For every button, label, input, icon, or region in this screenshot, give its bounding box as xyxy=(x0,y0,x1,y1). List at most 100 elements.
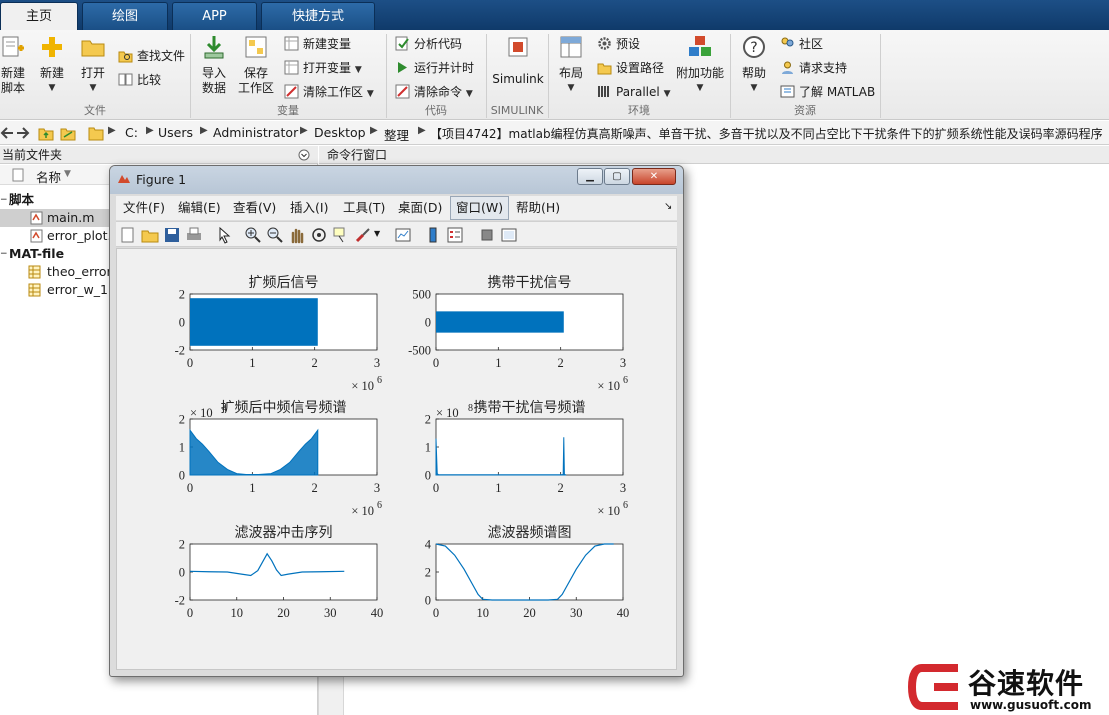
collapse-icon[interactable]: − xyxy=(0,245,8,263)
open-button[interactable]: 打开 ▼ xyxy=(76,34,110,96)
x-exponent-power: 6 xyxy=(377,500,382,511)
group-label: MAT-file xyxy=(9,246,65,261)
figure-title-bar[interactable]: Figure 1 ▁ ▢ ✕ xyxy=(110,166,683,194)
help-button[interactable]: ? 帮助 ▼ xyxy=(738,34,770,96)
new-button[interactable]: 新建 ▼ xyxy=(34,34,70,96)
show-plot-tools-icon[interactable] xyxy=(500,226,518,244)
zoom-in-icon[interactable] xyxy=(244,226,262,244)
save-workspace-button[interactable]: 保存 工作区 xyxy=(236,34,276,96)
subplot-title: 携带干扰信号 xyxy=(488,275,572,291)
open-variable-button[interactable]: 打开变量 ▼ xyxy=(284,58,362,78)
minimize-button[interactable]: ▁ xyxy=(577,168,603,185)
pan-hand-icon[interactable] xyxy=(288,226,306,244)
signal-band xyxy=(436,311,564,333)
print-icon[interactable] xyxy=(185,226,203,244)
maximize-button[interactable]: ▢ xyxy=(604,168,630,185)
ribbon-divider xyxy=(880,34,881,118)
breadcrumb-project-folder[interactable]: 【项目4742】matlab编程仿真高斯噪声、单音干扰、多音干扰以及不同占空比下… xyxy=(430,125,1103,142)
sort-desc-icon[interactable]: ▼ xyxy=(64,169,71,179)
file-type-icon xyxy=(12,168,24,182)
clear-workspace-button[interactable]: 清除工作区 ▼ xyxy=(284,82,374,102)
import-label-1: 导入 xyxy=(201,66,226,80)
import-data-button[interactable]: 导入 数据 xyxy=(198,34,230,96)
pointer-icon[interactable] xyxy=(215,226,233,244)
breadcrumb-administrator[interactable]: Administrator xyxy=(213,125,298,140)
simulink-button[interactable]: Simulink xyxy=(490,34,546,87)
group-label-environment: 环境 xyxy=(628,104,650,117)
clear-commands-button[interactable]: 清除命令 ▼ xyxy=(395,82,473,102)
menu-desktop[interactable]: 桌面(D) xyxy=(393,196,447,220)
panel-menu-icon[interactable] xyxy=(298,149,310,161)
breadcrumb-separator: ▶ xyxy=(418,125,426,136)
back-arrow-icon[interactable] xyxy=(0,126,14,140)
breadcrumb-separator: ▶ xyxy=(370,125,378,136)
menu-window[interactable]: 窗口(W) xyxy=(450,196,510,220)
layout-label: 布局 xyxy=(558,66,583,80)
menu-insert[interactable]: 插入(I) xyxy=(285,196,333,220)
chevron-down-icon[interactable]: ▼ xyxy=(374,229,380,238)
new-variable-button[interactable]: 新建变量 xyxy=(284,34,351,54)
run-and-time-button[interactable]: 运行并计时 xyxy=(395,58,474,78)
x-tick-label: 2 xyxy=(558,481,564,495)
data-cursor-icon[interactable] xyxy=(332,226,350,244)
preferences-button[interactable]: 预设 xyxy=(597,34,640,54)
y-tick-label: 2 xyxy=(425,413,431,427)
addons-button[interactable]: 附加功能 ▼ xyxy=(676,34,724,96)
open-variable-label: 打开变量 xyxy=(303,61,352,75)
menu-dock-arrow-icon[interactable]: ↘ xyxy=(664,201,672,212)
name-column-label[interactable]: 名称 xyxy=(36,167,61,186)
menu-help[interactable]: 帮助(H) xyxy=(511,196,565,220)
find-files-button[interactable]: 查找文件 xyxy=(118,46,185,66)
new-script-icon xyxy=(2,36,24,57)
set-path-button[interactable]: 设置路径 xyxy=(597,58,664,78)
tab-plots[interactable]: 绘图 xyxy=(82,2,168,30)
breadcrumb-separator: ▶ xyxy=(108,125,116,136)
learn-matlab-button[interactable]: 了解 MATLAB xyxy=(780,82,875,102)
tab-shortcuts[interactable]: 快捷方式 xyxy=(261,2,375,30)
x-tick-label: 20 xyxy=(523,606,536,620)
open-file-icon[interactable] xyxy=(141,226,159,244)
breadcrumb-folder-zhengli[interactable]: 整理 xyxy=(384,125,409,144)
browse-folder-icon[interactable] xyxy=(60,125,76,141)
figure-window[interactable]: Figure 1 ▁ ▢ ✕ 文件(F) 编辑(E) 查看(V) 插入(I) 工… xyxy=(109,165,684,677)
breadcrumb-users[interactable]: Users xyxy=(158,125,193,140)
path-folder-icon xyxy=(88,127,104,141)
tab-home[interactable]: 主页 xyxy=(0,2,78,31)
request-support-button[interactable]: 请求支持 xyxy=(780,58,847,78)
analyze-code-button[interactable]: 分析代码 xyxy=(395,34,462,54)
layout-button[interactable]: 布局 ▼ xyxy=(554,34,588,96)
menu-view[interactable]: 查看(V) xyxy=(228,196,281,220)
compare-button[interactable]: 比较 xyxy=(118,70,161,90)
hide-plot-tools-icon[interactable] xyxy=(478,226,496,244)
figure-canvas[interactable]: 扩频后信号 0 1 2 3 -2 0 2 × 10 6 携带干扰信号 0 1 2 3 -500 0 500 × 10… xyxy=(116,248,677,670)
parallel-button[interactable]: Parallel ▼ xyxy=(597,82,670,102)
forward-arrow-icon[interactable] xyxy=(16,126,30,140)
tab-apps[interactable]: APP xyxy=(172,2,257,30)
save-icon[interactable] xyxy=(163,226,181,244)
x-exponent-label: × 10 xyxy=(597,379,620,393)
colorbar-icon[interactable] xyxy=(424,226,442,244)
x-tick-label: 1 xyxy=(249,481,255,495)
new-script-label-1: 新建 xyxy=(0,66,25,80)
legend-icon[interactable] xyxy=(446,226,464,244)
new-script-button[interactable]: 新建 脚本 xyxy=(0,34,26,96)
close-button[interactable]: ✕ xyxy=(632,168,676,185)
up-folder-icon[interactable] xyxy=(38,125,54,141)
menu-file[interactable]: 文件(F) xyxy=(118,196,170,220)
zoom-out-icon[interactable] xyxy=(266,226,284,244)
group-label-simulink: SIMULINK xyxy=(490,104,544,117)
new-script-label-2: 脚本 xyxy=(0,81,25,95)
subplot-title: 扩频后中频信号频谱 xyxy=(221,400,347,416)
ribbon: 新建 脚本 新建 ▼ 打开 ▼ 查找文件 比较 文件 导入 数据 保存 工作区 … xyxy=(0,30,1109,120)
menu-edit[interactable]: 编辑(E) xyxy=(173,196,226,220)
breadcrumb-drive[interactable]: C: xyxy=(125,125,138,140)
collapse-icon[interactable]: − xyxy=(0,191,8,209)
community-button[interactable]: 社区 xyxy=(780,34,823,54)
new-figure-icon[interactable] xyxy=(119,226,137,244)
breadcrumb-desktop[interactable]: Desktop xyxy=(314,125,366,140)
rotate-3d-icon[interactable] xyxy=(310,226,328,244)
link-plot-icon[interactable] xyxy=(394,226,412,244)
menu-tools[interactable]: 工具(T) xyxy=(338,196,390,220)
subplot-title: 扩频后信号 xyxy=(249,275,319,291)
brush-icon[interactable] xyxy=(354,226,372,244)
